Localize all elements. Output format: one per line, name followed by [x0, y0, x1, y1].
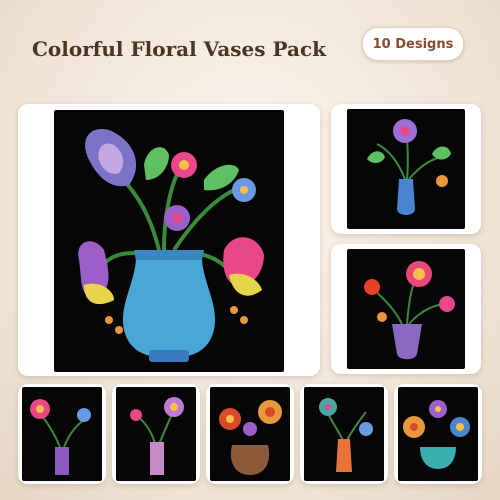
design-card-5[interactable] [112, 384, 200, 484]
lavender-vase-icon [364, 261, 455, 360]
bowl-vase-icon [219, 400, 282, 475]
tall-vase-icon [30, 399, 91, 475]
bottle-vase-icon [319, 398, 373, 472]
purple-tall-vase-design [22, 387, 102, 481]
blue-vase-lilies-design [54, 110, 284, 372]
brown-bowl-vase-design [210, 387, 290, 481]
design-card-6[interactable] [206, 384, 294, 484]
teal-bowl-icon [403, 400, 470, 469]
cylinder-vase-icon [130, 397, 184, 475]
design-count-badge: 10 Designs [362, 27, 464, 61]
design-card-8[interactable] [394, 384, 482, 484]
design-card-2[interactable] [331, 104, 481, 234]
design-card-3[interactable] [331, 244, 481, 374]
pink-cylinder-vase-design [116, 387, 196, 481]
teal-bowl-vase-design [398, 387, 478, 481]
orange-bottle-vase-design [304, 387, 384, 481]
lavender-vase-bouquet-design [347, 249, 465, 369]
bud-vase-icon [367, 119, 451, 215]
page-title: Colorful Floral Vases Pack [32, 37, 326, 61]
blue-bud-vase-design [347, 109, 465, 229]
blue-vase-icon [78, 129, 264, 362]
design-card-4[interactable] [18, 384, 106, 484]
design-card-7[interactable] [300, 384, 388, 484]
main-design-card[interactable] [18, 104, 320, 376]
